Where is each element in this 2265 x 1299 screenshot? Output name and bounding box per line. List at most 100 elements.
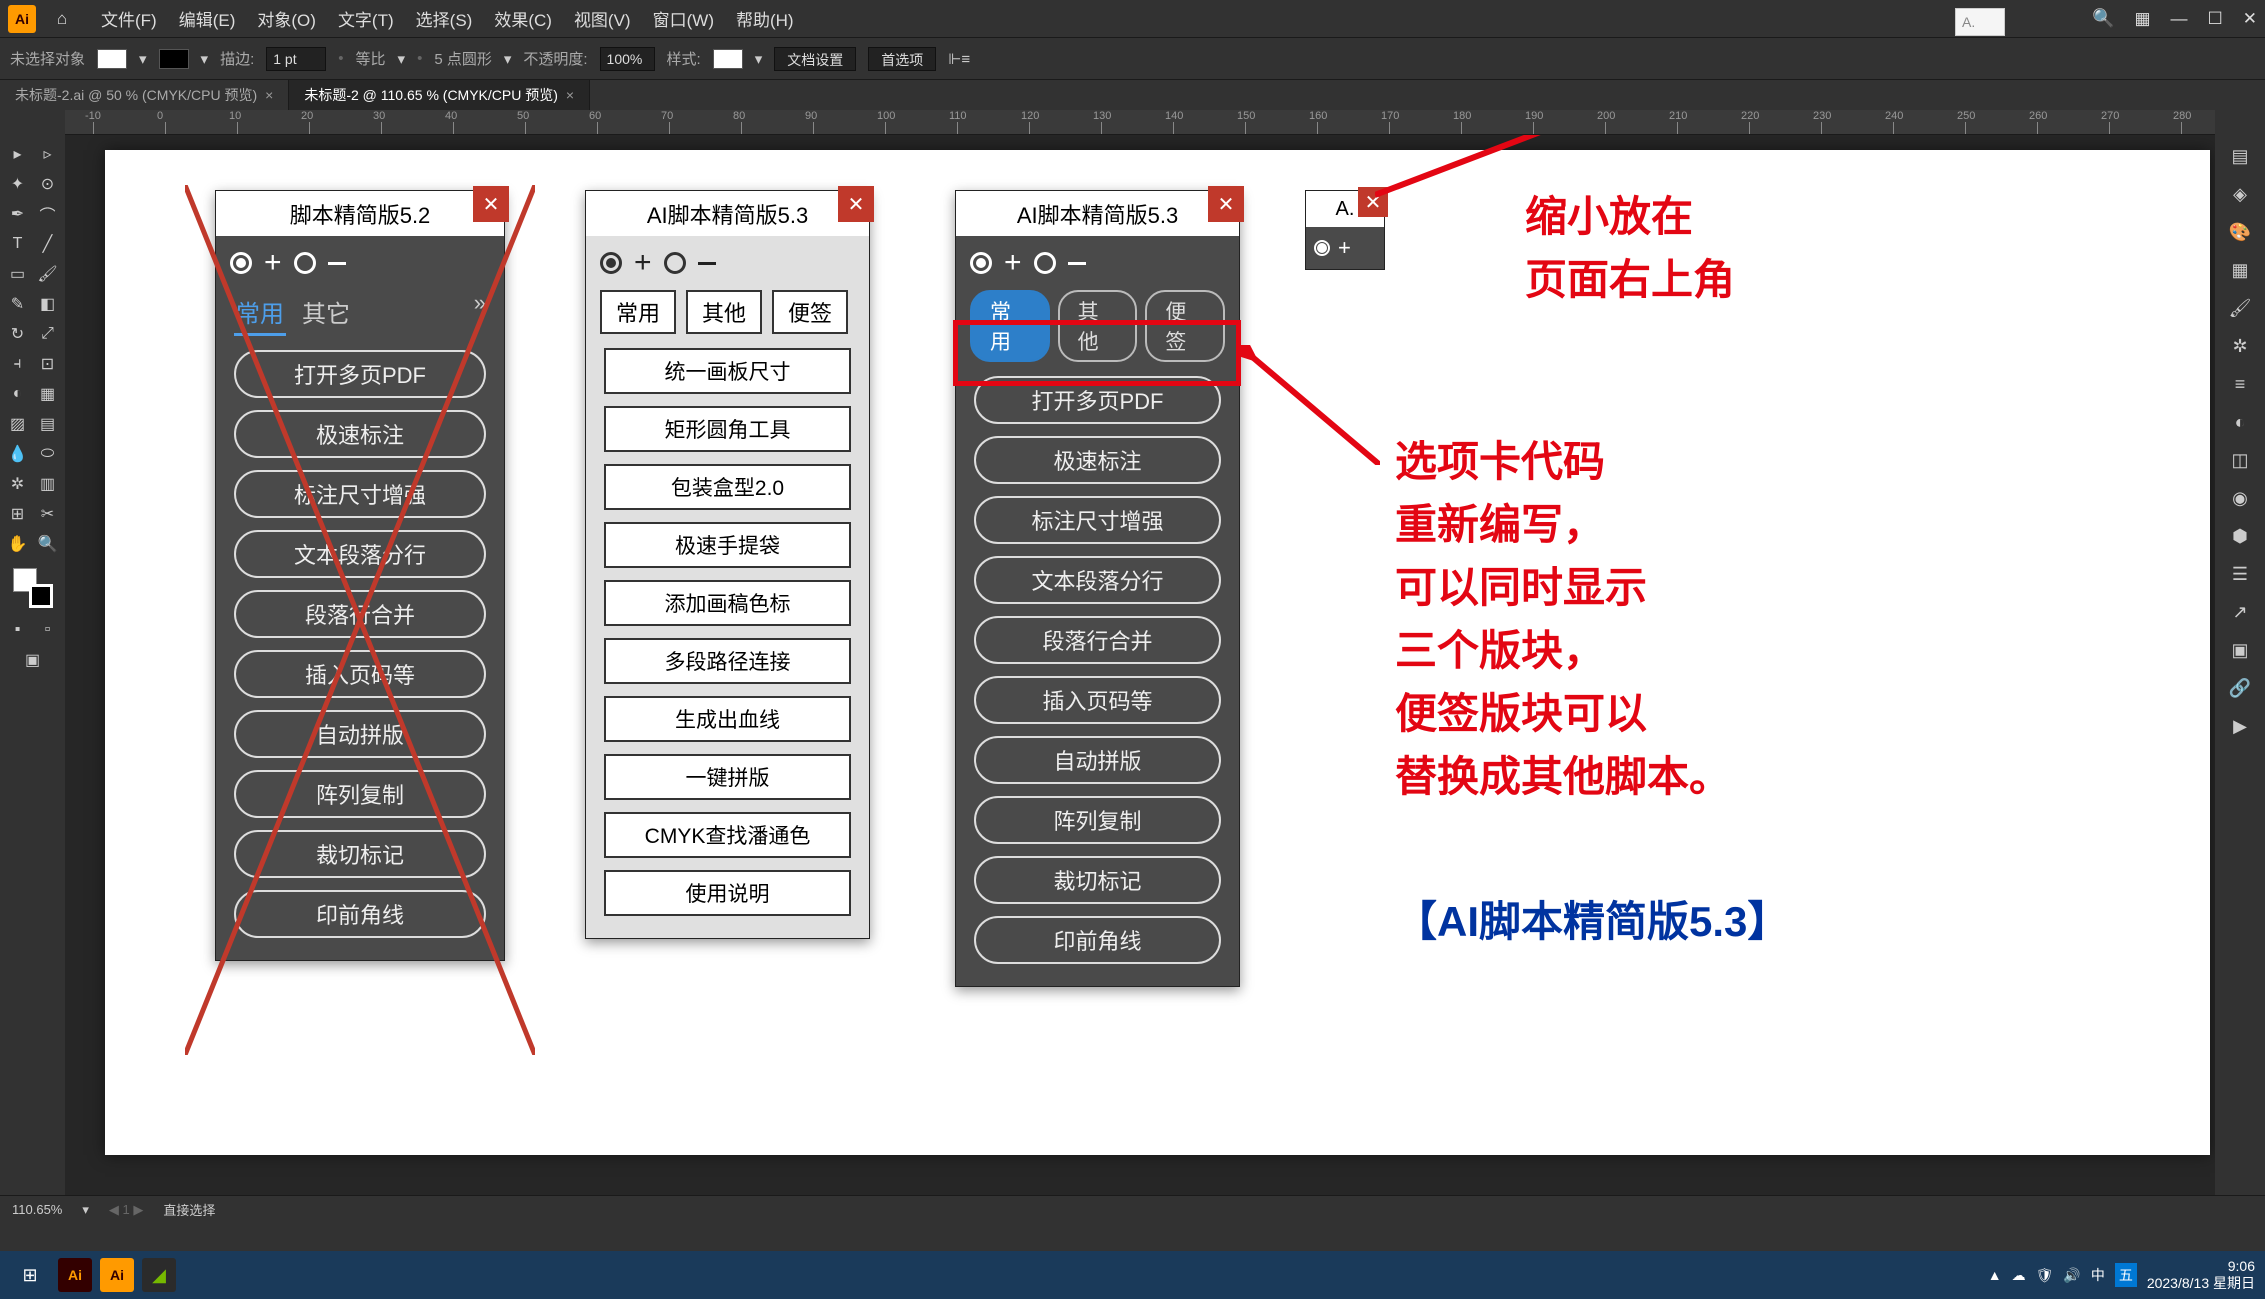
script-button[interactable]: 矩形圆角工具 (604, 406, 851, 452)
doc-setup-button[interactable]: 文档设置 (774, 47, 856, 71)
script-button[interactable]: 极速标注 (234, 410, 486, 458)
maximize-icon[interactable]: ☐ (2208, 9, 2223, 29)
script-button[interactable]: 极速标注 (974, 436, 1221, 484)
rotate-tool[interactable]: ↻ (4, 320, 32, 348)
search-icon[interactable]: 🔍 (2092, 8, 2114, 29)
libraries-icon[interactable]: ◈ (2224, 178, 2256, 210)
shaper-tool[interactable]: ✎ (4, 290, 32, 318)
magic-wand-tool[interactable]: ✦ (4, 170, 32, 198)
type-tool[interactable]: T (4, 230, 32, 258)
menu-effect[interactable]: 效果(C) (494, 6, 552, 31)
tray-icon[interactable]: ▲ (1988, 1267, 2002, 1283)
symbol-sprayer-tool[interactable]: ✲ (4, 470, 32, 498)
stroke-weight-input[interactable] (266, 47, 326, 71)
radio-on-icon[interactable] (230, 252, 252, 274)
close-icon[interactable]: ✕ (473, 186, 509, 222)
tab-common[interactable]: 常用 (234, 290, 286, 336)
zoom-level[interactable]: 110.65% (12, 1202, 62, 1217)
selection-tool[interactable]: ▸ (4, 140, 32, 168)
symbols-icon[interactable]: ✲ (2224, 330, 2256, 362)
ime-icon[interactable]: 五 (2115, 1263, 2137, 1287)
close-icon[interactable]: ✕ (838, 186, 874, 222)
script-button[interactable]: 多段路径连接 (604, 638, 851, 684)
mini-dock-widget[interactable]: A. (1955, 8, 2005, 36)
script-button[interactable]: 插入页码等 (234, 650, 486, 698)
gradient-icon[interactable]: ◐ (2224, 406, 2256, 438)
menu-help[interactable]: 帮助(H) (736, 6, 794, 31)
script-button[interactable]: 裁切标记 (234, 830, 486, 878)
minimize-icon[interactable]: — (2171, 9, 2188, 29)
taskbar-app[interactable]: ◢ (142, 1258, 176, 1292)
lasso-tool[interactable]: ⊙ (34, 170, 62, 198)
radio-on-icon[interactable] (600, 252, 622, 274)
script-button[interactable]: 打开多页PDF (234, 350, 486, 398)
script-button[interactable]: 文本段落分行 (234, 530, 486, 578)
script-button[interactable]: 印前角线 (974, 916, 1221, 964)
radio-off-icon[interactable] (294, 252, 316, 274)
script-button[interactable]: 自动拼版 (974, 736, 1221, 784)
radio-on-icon[interactable] (970, 252, 992, 274)
script-button[interactable]: CMYK查找潘通色 (604, 812, 851, 858)
taskbar-ai-1[interactable]: Ai (58, 1258, 92, 1292)
seg-other[interactable]: 其他 (686, 290, 762, 334)
direct-selection-tool[interactable]: ▹ (34, 140, 62, 168)
eraser-tool[interactable]: ◧ (34, 290, 62, 318)
seg-common[interactable]: 常用 (600, 290, 676, 334)
fill-stroke-control[interactable] (13, 568, 53, 608)
menu-type[interactable]: 文字(T) (338, 6, 394, 31)
gradient-mode-icon[interactable]: ▫ (34, 616, 62, 644)
canvas[interactable]: 脚本精简版5.2✕ + 常用 其它 » 打开多页PDF极速标注标注尺寸增强文本段… (65, 135, 2215, 1195)
script-button[interactable]: 印前角线 (234, 890, 486, 938)
scale-tool[interactable]: ⤢ (34, 320, 62, 348)
links-icon[interactable]: 🔗 (2224, 672, 2256, 704)
brushes-icon[interactable]: 🖌 (2224, 292, 2256, 324)
doc-tab-2[interactable]: 未标题-2 @ 110.65 % (CMYK/CPU 预览)× (289, 80, 590, 110)
script-button[interactable]: 阵列复制 (234, 770, 486, 818)
brush-label[interactable]: 5 点圆形 (434, 48, 492, 69)
curvature-tool[interactable]: ⌒ (34, 200, 62, 228)
script-button[interactable]: 段落行合并 (234, 590, 486, 638)
script-button[interactable]: 阵列复制 (974, 796, 1221, 844)
appearance-icon[interactable]: ◉ (2224, 482, 2256, 514)
gradient-tool[interactable]: ▤ (34, 410, 62, 438)
screen-mode-icon[interactable]: ▣ (19, 646, 47, 674)
graph-tool[interactable]: ▥ (34, 470, 62, 498)
radio-off-icon[interactable] (1034, 252, 1056, 274)
menu-object[interactable]: 对象(O) (257, 6, 316, 31)
script-button[interactable]: 标注尺寸增强 (974, 496, 1221, 544)
close-icon[interactable]: ✕ (2243, 9, 2257, 29)
color-icon[interactable]: 🎨 (2224, 216, 2256, 248)
color-mode-icon[interactable]: ▪ (4, 616, 32, 644)
script-button[interactable]: 包装盒型2.0 (604, 464, 851, 510)
script-button[interactable]: 使用说明 (604, 870, 851, 916)
swatches-icon[interactable]: ▦ (2224, 254, 2256, 286)
seg-notes[interactable]: 便签 (772, 290, 848, 334)
graphic-styles-icon[interactable]: ⬢ (2224, 520, 2256, 552)
taskbar-ai-2[interactable]: Ai (100, 1258, 134, 1292)
align-icon[interactable]: ⊩≡ (948, 50, 970, 68)
start-icon[interactable]: ⊞ (10, 1255, 50, 1295)
fill-swatch[interactable] (97, 49, 127, 69)
script-button[interactable]: 生成出血线 (604, 696, 851, 742)
blend-tool[interactable]: ⬭ (34, 440, 62, 468)
width-tool[interactable]: ⫞ (4, 350, 32, 378)
free-transform-tool[interactable]: ⊡ (34, 350, 62, 378)
shape-builder-tool[interactable]: ◐ (4, 380, 32, 408)
doc-tab-1[interactable]: 未标题-2.ai @ 50 % (CMYK/CPU 预览)× (0, 80, 289, 110)
properties-icon[interactable]: ▤ (2224, 140, 2256, 172)
tab-other[interactable]: 其它 (300, 290, 352, 336)
clock[interactable]: 9:062023/8/13 星期日 (2147, 1258, 2255, 1292)
style-swatch[interactable] (713, 49, 743, 69)
radio-on-icon[interactable] (1314, 240, 1330, 256)
menu-file[interactable]: 文件(F) (101, 6, 157, 31)
perspective-tool[interactable]: ▦ (34, 380, 62, 408)
script-button[interactable]: 文本段落分行 (974, 556, 1221, 604)
workspace-icon[interactable]: ▦ (2134, 9, 2150, 29)
play-icon[interactable]: ▶ (2224, 710, 2256, 742)
asset-export-icon[interactable]: ↗ (2224, 596, 2256, 628)
tray-icon[interactable]: 中 (2091, 1265, 2105, 1285)
artboard-tool[interactable]: ⊞ (4, 500, 32, 528)
home-icon[interactable]: ⌂ (48, 5, 76, 33)
script-button[interactable]: 标注尺寸增强 (234, 470, 486, 518)
radio-off-icon[interactable] (664, 252, 686, 274)
